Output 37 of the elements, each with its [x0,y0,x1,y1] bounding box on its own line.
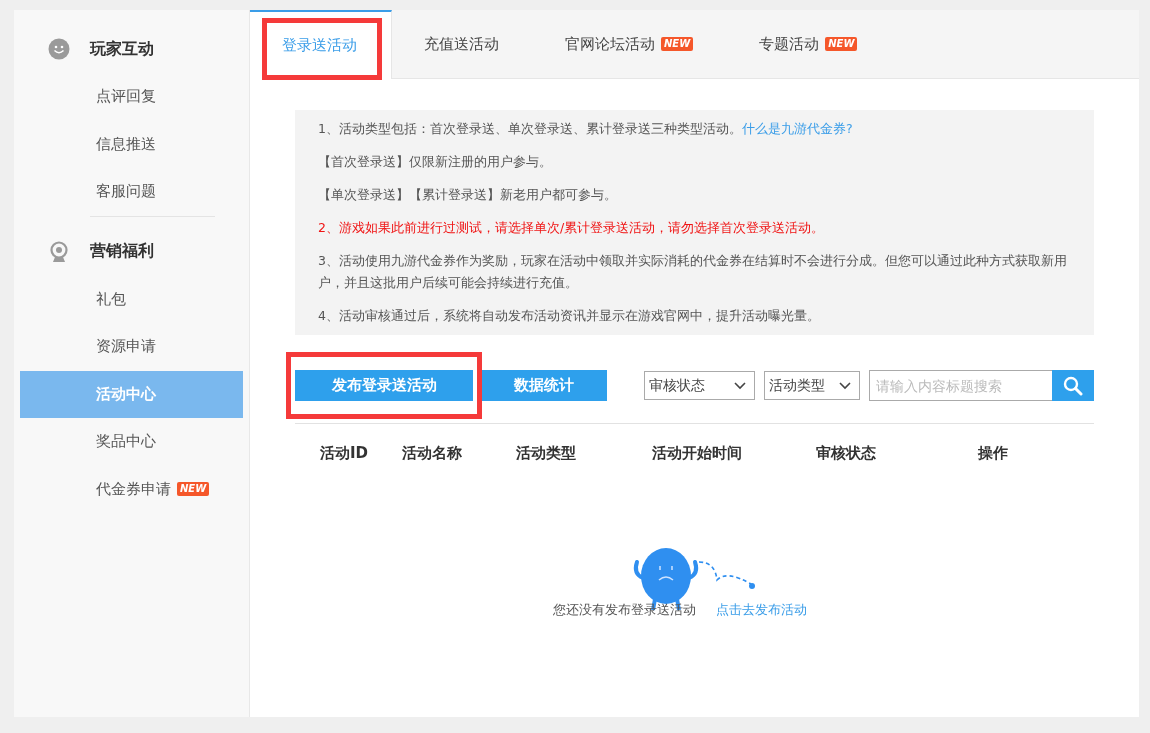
webcam-icon [48,240,70,263]
notice-text: 4、活动审核通过后，系统将自动发布活动资讯并显示在游戏官网中，提升活动曝光量。 [318,307,821,325]
column-header: 活动类型 [516,443,577,463]
sidebar-item[interactable]: 客服问题 [20,168,243,216]
sidebar-item[interactable]: 礼包 [20,275,243,323]
filter-dropdown[interactable]: 活动类型 [764,371,860,400]
filter-dropdown[interactable]: 审核状态 [644,371,755,400]
sidebar-item[interactable]: 代金券申请 NEW [20,465,243,513]
column-header: 活动名称 [402,443,463,463]
notice-text: 3、活动使用九游代金券作为奖励，玩家在活动中领取并实际消耗的代金券在结算时不会进行分成。但您可以通过此种方式获取新用户，并且这批用户后续可能会持续进行充值。 [318,252,1068,292]
sidebar-item[interactable]: 信息推送 [20,120,243,168]
chevron-icon [839,381,851,390]
notice-text: 【单次登录送】【累计登录送】新老用户都可参与。 [318,186,618,204]
new-badge: NEW [825,37,858,51]
tab[interactable]: 专题活动 NEW [727,10,892,78]
sidebar-group-title: 营销福利 [90,241,154,262]
column-header: 活动ID [320,443,370,463]
empty-message: 您还没有发布登录送活动 [552,602,696,619]
search-button[interactable] [1052,370,1094,401]
notice-text: 2、游戏如果此前进行过测试，请选择单次/累计登录送活动，请勿选择首次登录送活动。 [318,219,826,237]
notice-text: 【首次登录送】仅限新注册的用户参与。 [318,153,553,171]
sidebar-item[interactable]: 点评回复 [20,73,243,121]
search-icon [1063,375,1083,396]
chevron-icon [734,381,746,390]
notice-text: 1、活动类型包括：首次登录送、单次登录送、累计登录送三种类型活动。什么是九游代金券? [318,120,854,138]
column-header: 活动开始时间 [652,443,743,463]
sidebar-item[interactable]: 奖品中心 [20,418,243,466]
search-field[interactable]: 请输入内容标题搜索 [869,370,1052,401]
column-header: 操作 [978,443,1008,463]
tab[interactable]: 充值送活动 [392,10,533,78]
sidebar-item[interactable]: 资源申请 [20,323,243,371]
tab[interactable]: 官网论坛活动 NEW [533,10,728,78]
new-badge: NEW [661,37,694,51]
smiley-icon [48,38,70,60]
new-badge: NEW [177,482,210,497]
column-header: 审核状态 [816,443,877,463]
sidebar-group-title: 玩家互动 [90,38,154,60]
